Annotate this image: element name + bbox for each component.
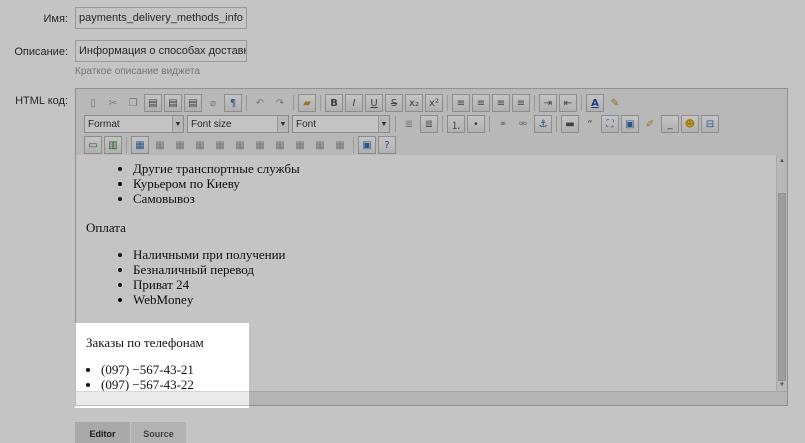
phones-heading: Заказы по телефонам xyxy=(86,335,204,350)
list-item: (097) −567-43-21 xyxy=(101,362,194,377)
dim-overlay-left xyxy=(0,323,75,408)
list-item: (097) −567-43-22 xyxy=(101,377,194,391)
dim-overlay-right xyxy=(249,323,805,408)
widget-edit-page: Имя: payments_delivery_methods_info Опис… xyxy=(0,0,805,443)
dim-overlay-top xyxy=(0,0,805,323)
dim-overlay-bottom xyxy=(0,408,805,443)
phones-list: (097) −567-43-21 (097) −567-43-22 xyxy=(101,362,194,391)
